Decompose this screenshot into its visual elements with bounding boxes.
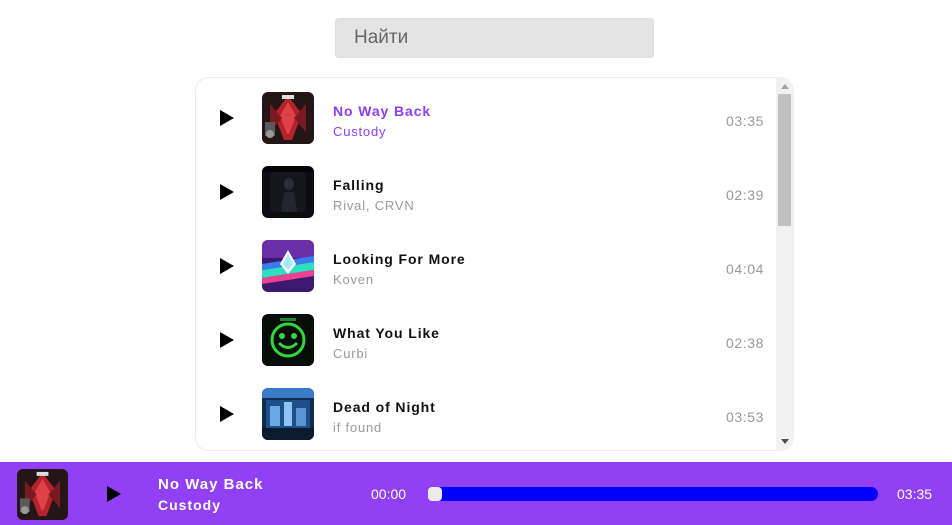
play-icon[interactable] [220,110,234,126]
track-title: Dead of Night [333,399,436,415]
current-time: 00:00 [371,486,407,502]
track-title: Falling [333,177,385,193]
music-app: No Way Back Custody 03:35 Falling Rival,… [0,0,952,525]
track-row[interactable]: No Way Back Custody 03:35 [196,81,778,155]
total-time: 03:35 [897,486,933,502]
now-playing-bar: No Way Back Custody 00:00 03:35 [0,462,952,525]
green-smiley-cover-icon [262,314,314,366]
track-title: What You Like [333,325,440,341]
play-icon[interactable] [220,184,234,200]
track-artist[interactable]: Custody [333,124,386,139]
dark-figure-cover-icon [262,166,314,218]
track-duration: 03:53 [725,409,764,425]
blue-city-cover-icon [262,388,314,440]
track-artist[interactable]: Curbi [333,346,368,361]
track-row[interactable]: Looking For More Koven 04:04 [196,229,778,303]
track-list[interactable]: No Way Back Custody 03:35 Falling Rival,… [195,77,794,451]
progress-bar[interactable] [428,487,878,501]
track-title: Looking For More [333,251,466,267]
play-icon[interactable] [107,486,121,502]
track-duration: 02:38 [725,335,764,351]
red-abstract-cover-icon [17,469,68,520]
track-title: No Way Back [333,103,432,119]
track-list-scrollbar[interactable] [776,78,793,450]
track-duration: 04:04 [725,261,764,277]
progress-knob[interactable] [428,487,442,501]
red-abstract-cover-icon [262,92,314,144]
play-icon[interactable] [220,258,234,274]
now-playing-title: No Way Back [158,476,264,493]
track-duration: 02:39 [725,187,764,203]
track-row[interactable]: Dead of Night if found 03:53 [196,377,778,450]
scrollbar-thumb[interactable] [778,94,791,226]
track-row[interactable]: Falling Rival, CRVN 02:39 [196,155,778,229]
neon-prism-cover-icon [262,240,314,292]
track-duration: 03:35 [725,113,764,129]
search-input[interactable] [335,18,654,58]
track-artist[interactable]: if found [333,420,382,435]
now-playing-artist: Custody [158,497,221,513]
play-icon[interactable] [220,406,234,422]
track-artist[interactable]: Rival, CRVN [333,198,415,213]
play-icon[interactable] [220,332,234,348]
scroll-up-arrow-icon[interactable] [781,84,789,89]
scroll-down-arrow-icon[interactable] [781,439,789,444]
track-row[interactable]: What You Like Curbi 02:38 [196,303,778,377]
track-artist[interactable]: Koven [333,272,374,287]
